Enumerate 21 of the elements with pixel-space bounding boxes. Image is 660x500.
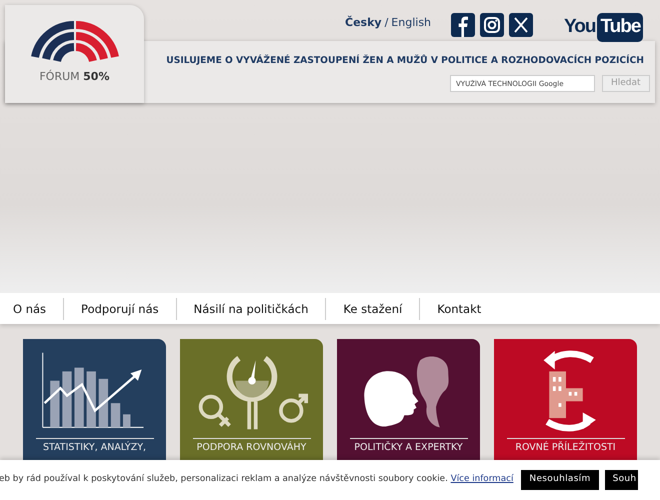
language-link[interactable]: English <box>391 16 432 29</box>
language-separator: / <box>384 16 388 29</box>
category-tile[interactable]: POLITIČKY A EXPERTKY <box>337 339 480 460</box>
x-icon[interactable] <box>509 13 533 37</box>
nav-link[interactable]: O nás <box>0 298 64 320</box>
logo-arc-icon <box>30 21 118 63</box>
category-tile[interactable]: ROVNÉ PŘÍLEŽITOSTI <box>494 339 637 460</box>
more-info-link[interactable]: Více informací <box>450 474 514 484</box>
cookie-button[interactable]: Nesouhlasím <box>521 470 599 490</box>
nav-link[interactable]: Kontakt <box>419 298 498 320</box>
tagline: USILUJEME O VYVÁŽENÉ ZASTOUPENÍ ŽEN A MUŽŮ V POLITICE A ROZHODOVACÍCH POZICÍCH <box>166 54 644 68</box>
nav-link[interactable]: Podporují nás <box>63 298 176 320</box>
nav-link[interactable]: Ke stažení <box>325 298 420 320</box>
category-tile[interactable]: STATISTIKY, ANALÝZY, <box>23 339 166 460</box>
category-tile[interactable]: PODPORA ROVNOVÁHY <box>180 339 323 460</box>
nav-link[interactable]: Násilí na političkách <box>176 298 326 320</box>
logo-text: FÓRUM 50% <box>39 69 110 85</box>
facebook-icon[interactable] <box>451 13 475 37</box>
language-link[interactable]: Česky <box>345 16 382 29</box>
instagram-icon[interactable] <box>480 13 504 37</box>
cookie-button[interactable]: Souh <box>604 470 638 490</box>
